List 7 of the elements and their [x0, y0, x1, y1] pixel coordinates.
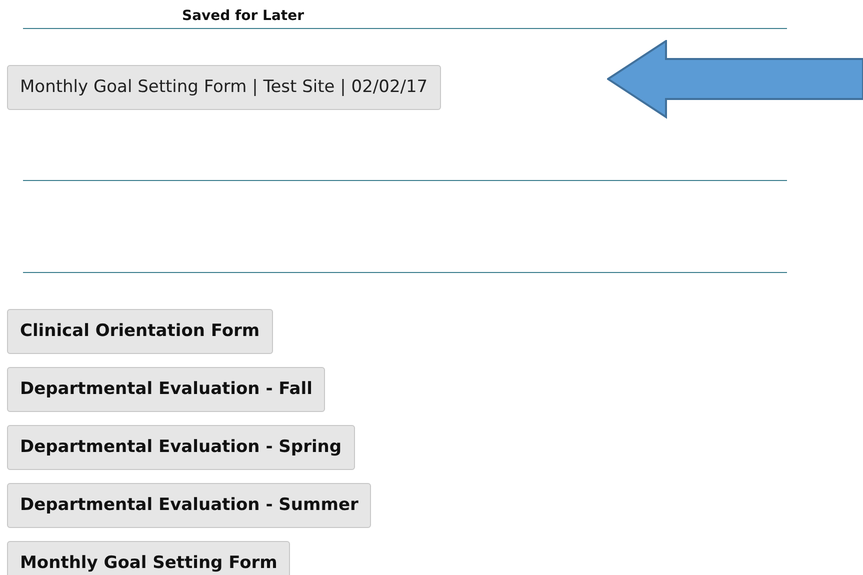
section-heading: Saved for Later: [181, 7, 305, 26]
form-button[interactable]: Departmental Evaluation - Spring: [7, 425, 355, 470]
saved-item-button[interactable]: Monthly Goal Setting Form | Test Site | 02/02/17: [7, 65, 441, 110]
form-button[interactable]: Monthly Goal Setting Form: [7, 541, 290, 575]
form-button[interactable]: Departmental Evaluation - Summer: [7, 483, 372, 528]
form-button[interactable]: Departmental Evaluation - Fall: [7, 367, 326, 412]
form-button[interactable]: Clinical Orientation Form: [7, 309, 273, 354]
